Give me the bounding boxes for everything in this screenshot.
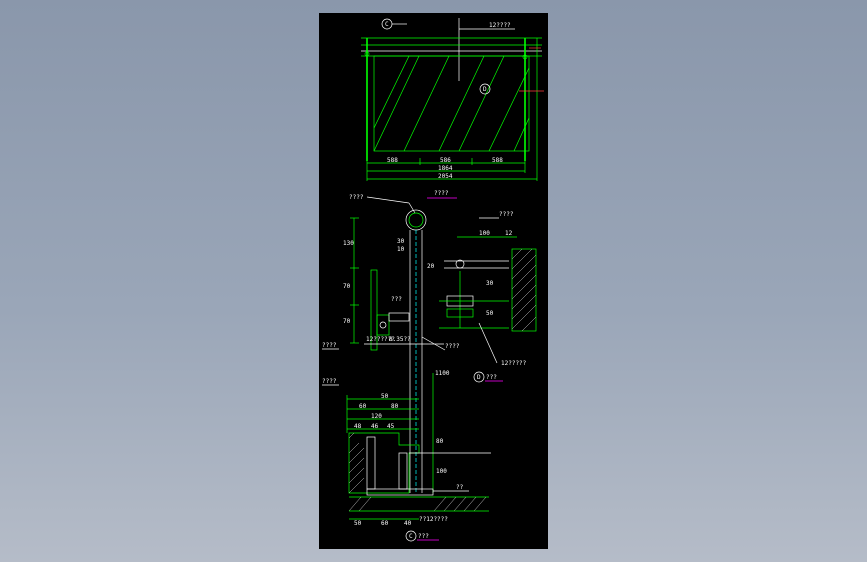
- note-mid-right: ????: [445, 343, 460, 350]
- dim-inner: 1864: [438, 165, 453, 172]
- elevation-view: C 12???? D 588 586 588 1864 2054: [361, 18, 544, 181]
- dim-bottom-1: 50: [354, 520, 362, 527]
- note-mid-left: ????: [322, 342, 337, 349]
- note-mid-right-leader: [421, 336, 446, 351]
- dim-overall: 2054: [438, 173, 453, 180]
- dim-left-1: 130: [343, 240, 354, 247]
- detail-note-bottom: 12?????: [501, 360, 527, 367]
- dim-bottom-3: 40: [404, 520, 412, 527]
- note-floor: ??: [456, 484, 464, 491]
- section-c-callout-label: ???: [418, 533, 429, 540]
- label-bracket-b: 8.35??: [389, 336, 411, 343]
- detail-wall: [511, 248, 537, 332]
- detail-note-top: ????: [499, 211, 514, 218]
- section-c-callout-letter: C: [409, 533, 413, 540]
- dim-rail-a: 30: [397, 238, 405, 245]
- dim-base-7: 46: [371, 423, 379, 430]
- base-plate: [366, 488, 434, 496]
- dim-bay-1: 588: [387, 157, 398, 164]
- dim-base-2: 60: [359, 403, 367, 410]
- detail-callout-label: ???: [486, 374, 497, 381]
- floor-hatch: [348, 496, 487, 512]
- label-clamp: ???: [391, 296, 402, 303]
- section-title: ????: [434, 190, 449, 197]
- note-cap: ????: [349, 194, 364, 201]
- note-cap-leader-2: [408, 202, 416, 214]
- callout-d-letter: D: [483, 86, 487, 93]
- dim-left-3: 70: [343, 318, 351, 325]
- dim-bay-3: 588: [492, 157, 503, 164]
- anchor-left: [366, 436, 376, 490]
- dim-bottom-2: 60: [381, 520, 389, 527]
- cad-drawing-sheet: C 12???? D 588 586 588 1864 2054 ???? ??…: [319, 13, 548, 549]
- dim-bay-2: 586: [440, 157, 451, 164]
- clamp-body: [376, 314, 390, 336]
- note-low-left: ????: [322, 378, 337, 385]
- dim-rail-b: 10: [397, 246, 405, 253]
- clamp-plate: [388, 312, 410, 322]
- dim-base-3: 80: [391, 403, 399, 410]
- detail-callout-letter: D: [477, 374, 481, 381]
- callout-c-letter: C: [385, 21, 389, 28]
- dim-post-height: 1100: [435, 370, 450, 377]
- handrail-inner: [408, 212, 424, 228]
- note-bolt: ??12????: [419, 516, 448, 523]
- detail-dim-top-2: 12: [505, 230, 513, 237]
- dim-base-4: 120: [371, 413, 382, 420]
- detail-d-view: ???? 100 12 20 30 50 12????? D ???: [427, 211, 537, 383]
- note-cap-leader: [366, 196, 410, 204]
- note-top-text: 12????: [489, 22, 511, 29]
- left-dim-chain: [350, 217, 359, 344]
- detail-dim-top-1: 100: [479, 230, 490, 237]
- dim-base-6: 45: [387, 423, 395, 430]
- detail-dim-side: 20: [427, 263, 435, 270]
- cad-drawing: C 12???? D 588 586 588 1864 2054 ???? ??…: [322, 18, 544, 542]
- clamp-bolt: [379, 321, 387, 329]
- dim-foot: 100: [436, 468, 447, 475]
- dim-side: 80: [436, 438, 444, 445]
- detail-bottom-leader: [478, 322, 498, 364]
- detail-wall-hatch: [511, 248, 537, 332]
- dim-base-1: 50: [381, 393, 389, 400]
- glass-hatch: [373, 55, 530, 152]
- detail-dim-right-1: 30: [486, 280, 494, 287]
- dim-base-5: 48: [354, 423, 362, 430]
- glass-panel: [373, 55, 530, 152]
- anchor-right: [398, 452, 408, 490]
- detail-dim-right-2: 50: [486, 310, 494, 317]
- concrete-hatch: [348, 432, 365, 494]
- section-c-view: ???? ???? 30 10 130 70 70 ??? 12?????? 8…: [322, 190, 491, 542]
- dim-left-2: 70: [343, 283, 351, 290]
- concrete-block: [348, 432, 420, 494]
